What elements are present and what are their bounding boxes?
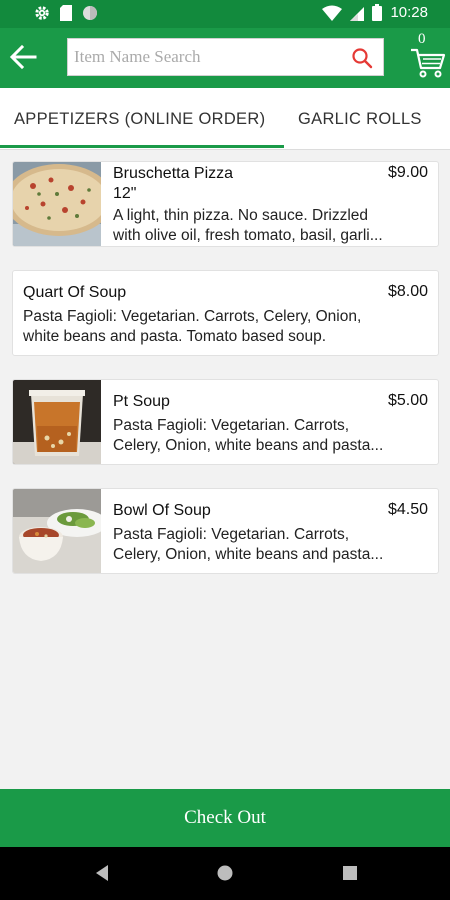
item-name: Bruschetta Pizza 12" <box>113 165 234 202</box>
circle-status-icon <box>83 6 97 20</box>
item-description: A light, thin pizza. No sauce. Drizzled <box>113 207 369 224</box>
app-bar: 0 <box>0 28 450 88</box>
nav-back-icon[interactable] <box>94 864 110 882</box>
search-box <box>67 38 384 76</box>
item-name: Pt Soup <box>113 393 170 410</box>
selected-tab-indicator <box>0 145 284 148</box>
pizza-photo <box>13 162 101 246</box>
cart-button[interactable]: 0 <box>408 30 448 82</box>
item-description: Celery, Onion, white beans and pasta... <box>113 546 384 563</box>
signal-icon <box>350 6 365 21</box>
item-name: Bowl Of Soup <box>113 502 211 519</box>
settings-icon <box>35 6 49 20</box>
clock: 10:28 <box>390 4 428 21</box>
item-description: Pasta Fagioli: Vegetarian. Carrots, <box>113 417 350 434</box>
tab-appetizers[interactable]: APPETIZERS (ONLINE ORDER) <box>14 88 265 150</box>
search-icon[interactable] <box>351 47 373 69</box>
back-arrow-icon <box>9 44 37 70</box>
status-bar: 10:28 <box>0 0 450 28</box>
tab-garlic-rolls[interactable]: GARLIC ROLLS <box>298 88 422 150</box>
search-input[interactable] <box>74 43 344 71</box>
nav-recents-icon[interactable] <box>342 865 358 881</box>
soup-bowl-photo <box>13 489 101 573</box>
item-description: Pasta Fagioli: Vegetarian. Carrots, Cele… <box>23 308 362 325</box>
item-price: $4.50 <box>387 501 428 518</box>
menu-item-card[interactable]: Pt Soup $5.00 Pasta Fagioli: Vegetarian.… <box>12 379 439 465</box>
item-description: white beans and pasta. Tomato based soup… <box>23 328 327 345</box>
nav-home-icon[interactable] <box>216 864 234 882</box>
item-price: $9.00 <box>387 164 428 181</box>
menu-item-card[interactable]: Bruschetta Pizza 12" $9.00 A light, thin… <box>12 161 439 247</box>
system-nav-bar <box>0 847 450 900</box>
item-name: Quart Of Soup <box>23 284 127 301</box>
menu-item-card[interactable]: Bowl Of Soup $4.50 Pasta Fagioli: Vegeta… <box>12 488 439 574</box>
item-description: Pasta Fagioli: Vegetarian. Carrots, <box>113 526 350 543</box>
item-description: with olive oil, fresh tomato, basil, gar… <box>113 227 383 244</box>
sd-card-icon <box>60 5 72 21</box>
back-button[interactable] <box>8 42 38 72</box>
menu-item-card[interactable]: Quart Of Soup $8.00 Pasta Fagioli: Veget… <box>12 270 439 356</box>
battery-icon <box>372 4 383 21</box>
checkout-button[interactable]: Check Out <box>0 789 450 847</box>
item-price: $8.00 <box>387 283 428 300</box>
item-description: Celery, Onion, white beans and pasta... <box>113 437 384 454</box>
wifi-icon <box>322 5 343 21</box>
soup-container-photo <box>13 380 101 464</box>
category-tabs: APPETIZERS (ONLINE ORDER) GARLIC ROLLS <box>0 88 450 150</box>
item-price: $5.00 <box>387 392 428 409</box>
cart-icon <box>411 48 446 78</box>
